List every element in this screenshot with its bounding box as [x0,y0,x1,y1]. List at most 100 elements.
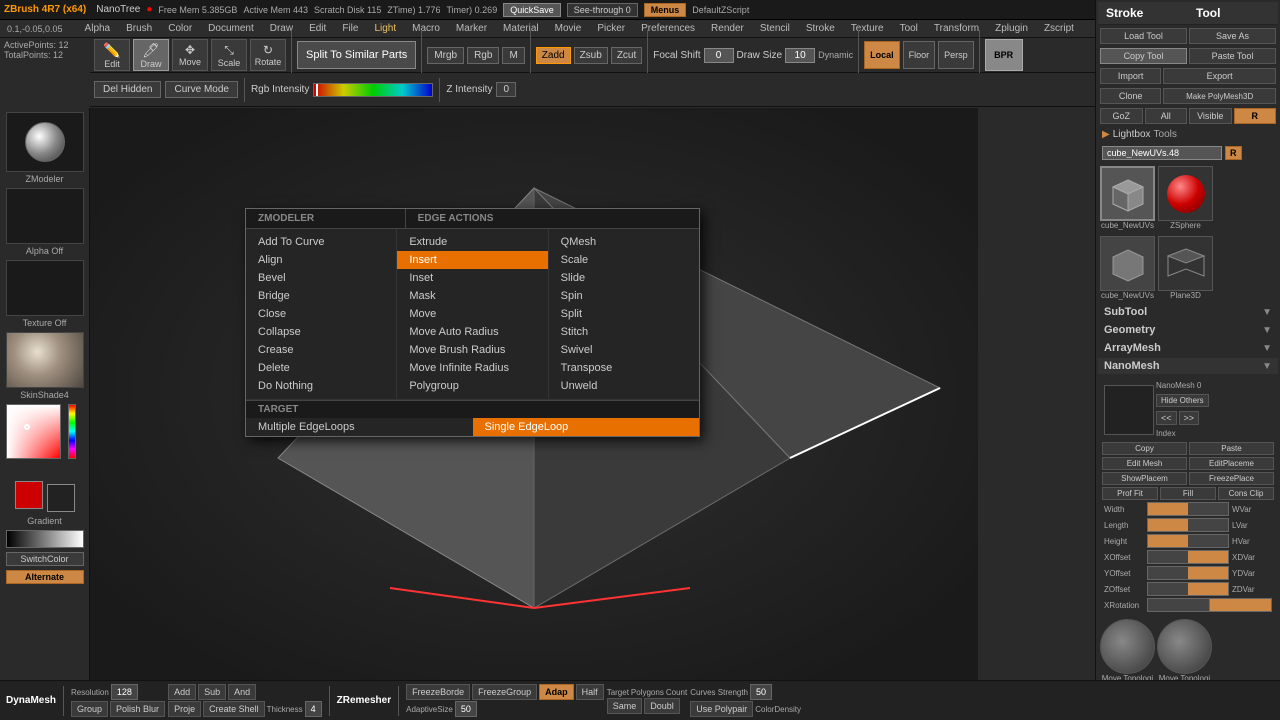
nm-placeholder-thumb[interactable] [1104,385,1154,435]
menu-add-to-curve[interactable]: Add To Curve [246,233,396,251]
adaptive-size-value[interactable]: 50 [455,701,477,717]
menu-render[interactable]: Render [708,22,747,35]
mrgb-button[interactable]: Mrgb [427,47,464,64]
freeze-border-button[interactable]: FreezeBorde [406,684,470,700]
persp-button[interactable]: Persp [938,41,974,69]
load-tool-button[interactable]: Load Tool [1100,28,1187,44]
all-button[interactable]: All [1145,108,1188,124]
menu-color[interactable]: Color [165,22,195,35]
del-hidden-button[interactable]: Del Hidden [94,81,161,98]
menu-bevel[interactable]: Bevel [246,269,396,287]
half-button[interactable]: Half [576,684,604,700]
move-button[interactable]: ✥ Move [172,39,208,71]
menu-crease[interactable]: Crease [246,341,396,359]
curves-strength-value[interactable]: 50 [750,684,772,700]
visible-button[interactable]: Visible [1189,108,1232,124]
dynamic-label[interactable]: Dynamic [818,50,853,60]
same-button[interactable]: Same [607,698,643,714]
draw-button[interactable]: 🖊 Draw [133,39,169,71]
polish-blur-button[interactable]: Polish Blur [110,701,165,717]
nm-paste-button[interactable]: Paste [1189,442,1274,455]
nm-prev-button[interactable]: << [1156,411,1177,425]
group-button[interactable]: Group [71,701,108,717]
doubl-button[interactable]: Doubl [644,698,680,714]
quicksave-button[interactable]: QuickSave [503,3,561,17]
menu-macro[interactable]: Macro [409,22,443,35]
menu-file[interactable]: File [339,22,361,35]
menu-zplugin[interactable]: Zplugin [992,22,1031,35]
edit-button[interactable]: ✏️ Edit [94,39,130,71]
clone-button[interactable]: Clone [1100,88,1161,104]
nm-xoffset-slider[interactable] [1147,550,1229,564]
draw-size-value[interactable]: 10 [785,48,815,63]
background-color[interactable] [47,484,75,512]
lightbox-row[interactable]: ▶ Lightbox Tools [1098,127,1278,142]
single-edgeloop-option[interactable]: Single EdgeLoop [473,418,700,436]
nm-fill-button[interactable]: Fill [1160,487,1216,500]
menu-movie[interactable]: Movie [552,22,585,35]
add-button[interactable]: Add [168,684,196,700]
hide-others-button[interactable]: Hide Others [1156,394,1209,407]
viewport[interactable]: ZMODELER EDGE ACTIONS Add To Curve Align… [90,108,978,680]
menus-button[interactable]: Menus [644,3,687,17]
move-topologi-thumb-2[interactable] [1157,619,1212,674]
menu-polygroup[interactable]: Polygroup [397,377,547,395]
split-to-similar-parts-button[interactable]: Split To Similar Parts [297,41,416,69]
rgb-intensity-slider[interactable] [313,83,433,97]
geometry-section-header[interactable]: Geometry ▼ [1098,322,1278,338]
import-button[interactable]: Import [1100,68,1161,84]
adap-button[interactable]: Adap [539,684,574,700]
nm-width-slider[interactable] [1147,502,1229,516]
menu-marker[interactable]: Marker [453,22,490,35]
thickness-value[interactable]: 4 [305,701,322,717]
menu-transpose[interactable]: Transpose [549,359,699,377]
gradient-bar[interactable] [6,530,84,548]
menu-insert[interactable]: Insert [397,251,547,269]
menu-light[interactable]: Light [371,22,399,35]
menu-spin[interactable]: Spin [549,287,699,305]
material-thumb[interactable] [6,332,84,388]
bpr-button[interactable]: BPR [985,39,1023,71]
zadd-button[interactable]: Zadd [536,47,571,64]
default-script[interactable]: DefaultZScript [692,5,749,15]
name-r-button[interactable]: R [1225,146,1242,160]
move-topologi-1[interactable]: Move Topologi [1100,619,1155,683]
stroke-tab[interactable]: Stroke [1098,2,1188,24]
thumb-cube-newuvs-main[interactable]: cube_NewUVs [1100,166,1155,230]
nm-consclip-button[interactable]: Cons Clip [1218,487,1274,500]
menu-move[interactable]: Move [397,305,547,323]
menu-document[interactable]: Document [205,22,257,35]
nm-edit-mesh-button[interactable]: Edit Mesh [1102,457,1187,470]
seethrough-button[interactable]: See-through 0 [567,3,638,17]
menu-tool[interactable]: Tool [897,22,921,35]
menu-stitch[interactable]: Stitch [549,323,699,341]
menu-brush[interactable]: Brush [123,22,155,35]
thumb-zsphere[interactable]: ZSphere [1158,166,1213,230]
menu-edit[interactable]: Edit [306,22,329,35]
menu-inset[interactable]: Inset [397,269,547,287]
menu-bridge[interactable]: Bridge [246,287,396,305]
menu-qmesh[interactable]: QMesh [549,233,699,251]
scale-button[interactable]: ⤡ Scale [211,39,247,71]
subtool-section-header[interactable]: SubTool ▼ [1098,304,1278,320]
thumb-cube-newuvs-2[interactable]: cube_NewUVs [1100,236,1155,300]
menu-move-brush-radius[interactable]: Move Brush Radius [397,341,547,359]
switchcolor-button[interactable]: SwitchColor [6,552,84,566]
thumb-plane3d[interactable]: Plane3D [1158,236,1213,300]
menu-unweld[interactable]: Unweld [549,377,699,395]
menu-transform[interactable]: Transform [931,22,982,35]
create-shell-button[interactable]: Create Shell [203,701,265,717]
m-button[interactable]: M [502,47,524,64]
resolution-value[interactable]: 128 [111,684,138,700]
menu-move-infinite-radius[interactable]: Move Infinite Radius [397,359,547,377]
sub-button[interactable]: Sub [198,684,226,700]
move-topologi-thumb-1[interactable] [1100,619,1155,674]
menu-swivel[interactable]: Swivel [549,341,699,359]
menu-close[interactable]: Close [246,305,396,323]
project-button[interactable]: Proje [168,701,201,717]
menu-align[interactable]: Align [246,251,396,269]
focal-shift-value[interactable]: 0 [704,48,734,63]
export-button[interactable]: Export [1163,68,1276,84]
menu-alpha[interactable]: Alpha [82,22,114,35]
paste-tool-button[interactable]: Paste Tool [1189,48,1276,64]
